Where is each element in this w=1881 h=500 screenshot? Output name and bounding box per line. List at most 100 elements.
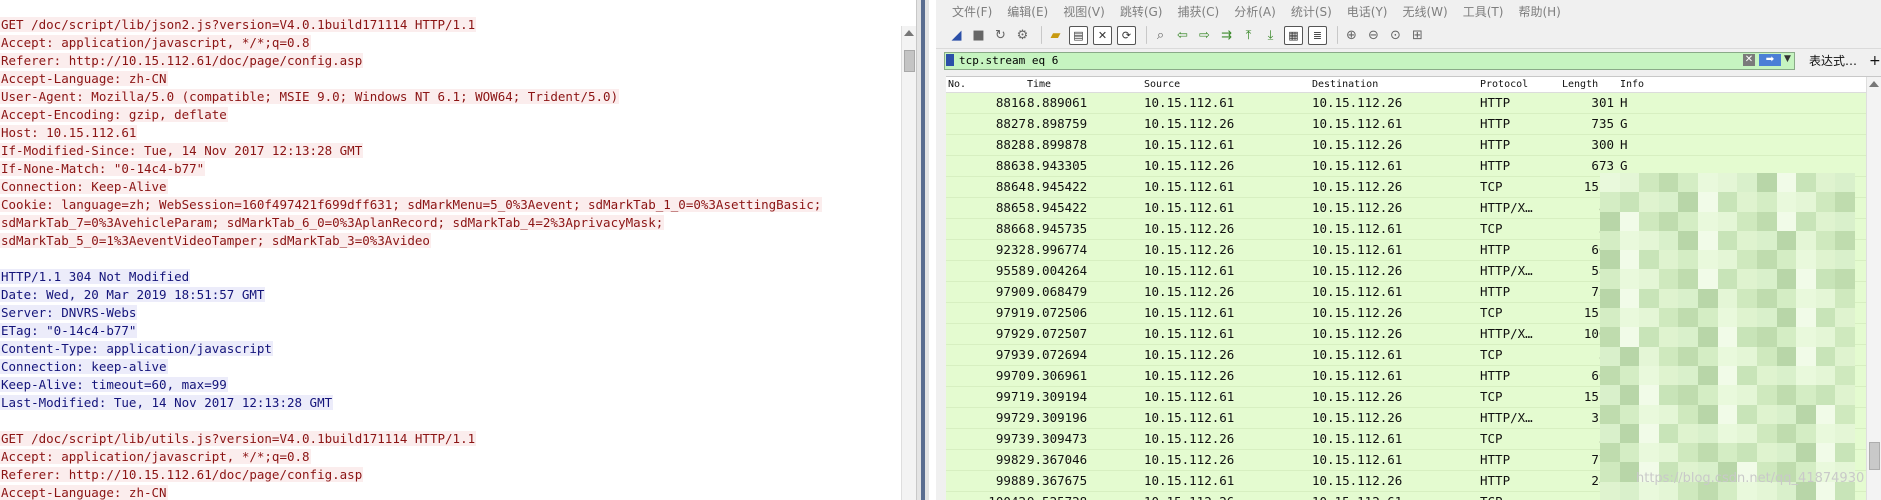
stream-line-text: Connection: keep-alive: [0, 359, 168, 374]
mosaic-tile: [1776, 288, 1797, 309]
capture-options-icon[interactable]: ⚙: [1014, 27, 1031, 44]
mosaic-tile: [1639, 211, 1659, 231]
mosaic-tile: [1737, 443, 1757, 463]
mosaic-tile: [1698, 443, 1718, 463]
save-file-icon[interactable]: ▤: [1069, 25, 1088, 45]
zoom-in-icon[interactable]: ⊕: [1343, 27, 1360, 44]
packet-list-scrollbar[interactable]: [1866, 77, 1881, 500]
column-protocol[interactable]: Protocol: [1480, 77, 1528, 92]
column-no[interactable]: No.: [948, 77, 966, 92]
column-source[interactable]: Source: [1144, 77, 1180, 92]
window-divider[interactable]: [916, 0, 929, 500]
restart-capture-icon[interactable]: ↻: [992, 27, 1009, 44]
menu-item[interactable]: 无线(W): [1403, 3, 1448, 20]
go-back-icon[interactable]: ⇦: [1174, 27, 1191, 44]
apply-filter-arrow-icon[interactable]: ➡: [1759, 54, 1781, 66]
expression-button[interactable]: 表达式…: [1809, 52, 1857, 70]
mosaic-tile: [1815, 385, 1836, 405]
request-line: Accept-Language: zh-CN: [0, 70, 900, 88]
menu-item[interactable]: 统计(S): [1291, 3, 1332, 20]
mosaic-tile: [1756, 404, 1777, 424]
find-packet-icon[interactable]: ⌕: [1152, 27, 1169, 44]
cell-time: 9.309196: [1027, 410, 1088, 425]
reload-file-icon[interactable]: ⟳: [1117, 25, 1136, 45]
zoom-out-icon[interactable]: ⊖: [1365, 27, 1382, 44]
scroll-up-icon[interactable]: [1869, 81, 1879, 87]
menu-item[interactable]: 编辑(E): [1007, 3, 1048, 20]
mosaic-tile: [1600, 481, 1620, 500]
mosaic-tile: [1835, 269, 1855, 289]
stream-line-text: Accept-Language: zh-CN: [0, 485, 168, 500]
zoom-normal-icon[interactable]: ⊙: [1387, 27, 1404, 44]
stream-line-text: User-Agent: Mozilla/5.0 (compatible; MSI…: [0, 89, 620, 104]
filter-history-chevron-icon[interactable]: ▼: [1784, 54, 1791, 64]
mosaic-tile: [1717, 443, 1738, 463]
mosaic-tile: [1815, 211, 1836, 231]
display-filter-input[interactable]: tcp.stream eq 6: [944, 52, 1795, 70]
mosaic-tile: [1796, 269, 1816, 289]
cell-no: 9982: [995, 452, 1026, 467]
mosaic-tile: [1815, 443, 1836, 463]
cell-source: 10.15.112.26: [1144, 452, 1235, 467]
packet-row[interactable]: 8827 8.898759 10.15.112.26 10.15.112.61 HTTP…: [946, 114, 1881, 135]
cell-source: 10.15.112.61: [1144, 179, 1235, 194]
column-destination[interactable]: Destination: [1312, 77, 1378, 92]
response-line: Content-Type: application/javascript: [0, 340, 900, 358]
packet-row[interactable]: 8816 8.889061 10.15.112.61 10.15.112.26 HTTP…: [946, 93, 1881, 114]
column-info[interactable]: Info: [1620, 77, 1644, 92]
mosaic-tile: [1658, 423, 1679, 444]
last-packet-icon[interactable]: ⤓: [1262, 27, 1279, 44]
cell-protocol: HTTP: [1480, 284, 1511, 299]
packet-row[interactable]: 8828 8.899878 10.15.112.61 10.15.112.26 HTTP…: [946, 135, 1881, 156]
stop-capture-icon[interactable]: ■: [970, 27, 987, 44]
cell-time: 8.943305: [1027, 158, 1088, 173]
cell-destination: 10.15.112.26: [1312, 389, 1403, 404]
mosaic-tile: [1600, 365, 1620, 386]
request-line: Accept: application/javascript, */*;q=0.…: [0, 448, 900, 466]
close-file-icon[interactable]: ✕: [1093, 25, 1112, 45]
first-packet-icon[interactable]: ⤒: [1240, 27, 1257, 44]
go-forward-icon[interactable]: ⇨: [1196, 27, 1213, 44]
column-length[interactable]: Length: [1562, 77, 1598, 92]
mosaic-tile: [1698, 423, 1718, 444]
scroll-up-icon[interactable]: [904, 30, 914, 36]
filter-bookmark-icon[interactable]: [946, 54, 954, 66]
mosaic-tile: [1619, 250, 1640, 270]
open-file-icon[interactable]: ▰: [1047, 27, 1064, 44]
menu-item[interactable]: 电话(Y): [1347, 3, 1388, 20]
resize-columns-icon[interactable]: ⊞: [1409, 27, 1426, 44]
cell-protocol: TCP: [1480, 221, 1503, 236]
mosaic-tile: [1600, 327, 1620, 347]
mosaic-tile: [1717, 211, 1738, 231]
mosaic-tile: [1737, 327, 1757, 347]
menu-item[interactable]: 跳转(G): [1120, 3, 1163, 20]
mosaic-tile: [1619, 423, 1640, 444]
mosaic-tile: [1658, 346, 1679, 366]
menu-item[interactable]: 文件(F): [952, 3, 992, 20]
auto-scroll-icon[interactable]: ▦: [1284, 25, 1303, 45]
mosaic-tile: [1796, 173, 1816, 193]
request-line: User-Agent: Mozilla/5.0 (compatible; MSI…: [0, 88, 900, 106]
menu-item[interactable]: 视图(V): [1063, 3, 1105, 20]
mosaic-tile: [1776, 192, 1797, 212]
menu-item[interactable]: 捕获(C): [1177, 3, 1219, 20]
scroll-thumb[interactable]: [904, 50, 915, 72]
request-line: sdMarkTab_7=0%3AvehicleParam; sdMarkTab_…: [0, 214, 900, 232]
shark-fin-start-icon[interactable]: ◢: [948, 27, 965, 44]
add-filter-button[interactable]: +: [1869, 52, 1881, 70]
go-to-packet-icon[interactable]: ⇉: [1218, 27, 1235, 44]
menu-item[interactable]: 帮助(H): [1518, 3, 1560, 20]
mosaic-tile: [1639, 230, 1659, 251]
mosaic-tile: [1815, 192, 1836, 212]
column-time[interactable]: Time: [1027, 77, 1051, 92]
clear-filter-icon[interactable]: ✕: [1743, 54, 1755, 66]
scroll-thumb[interactable]: [1869, 442, 1880, 470]
stream-scrollbar[interactable]: [901, 26, 916, 500]
colorize-icon[interactable]: ≣: [1308, 25, 1327, 45]
menu-item[interactable]: 工具(T): [1463, 3, 1504, 20]
mosaic-tile: [1756, 327, 1777, 347]
stream-line-text: GET /doc/script/lib/json2.js?version=V4.…: [0, 17, 477, 32]
mosaic-tile: [1776, 346, 1797, 366]
cell-source: 10.15.112.61: [1144, 389, 1235, 404]
menu-item[interactable]: 分析(A): [1234, 3, 1276, 20]
